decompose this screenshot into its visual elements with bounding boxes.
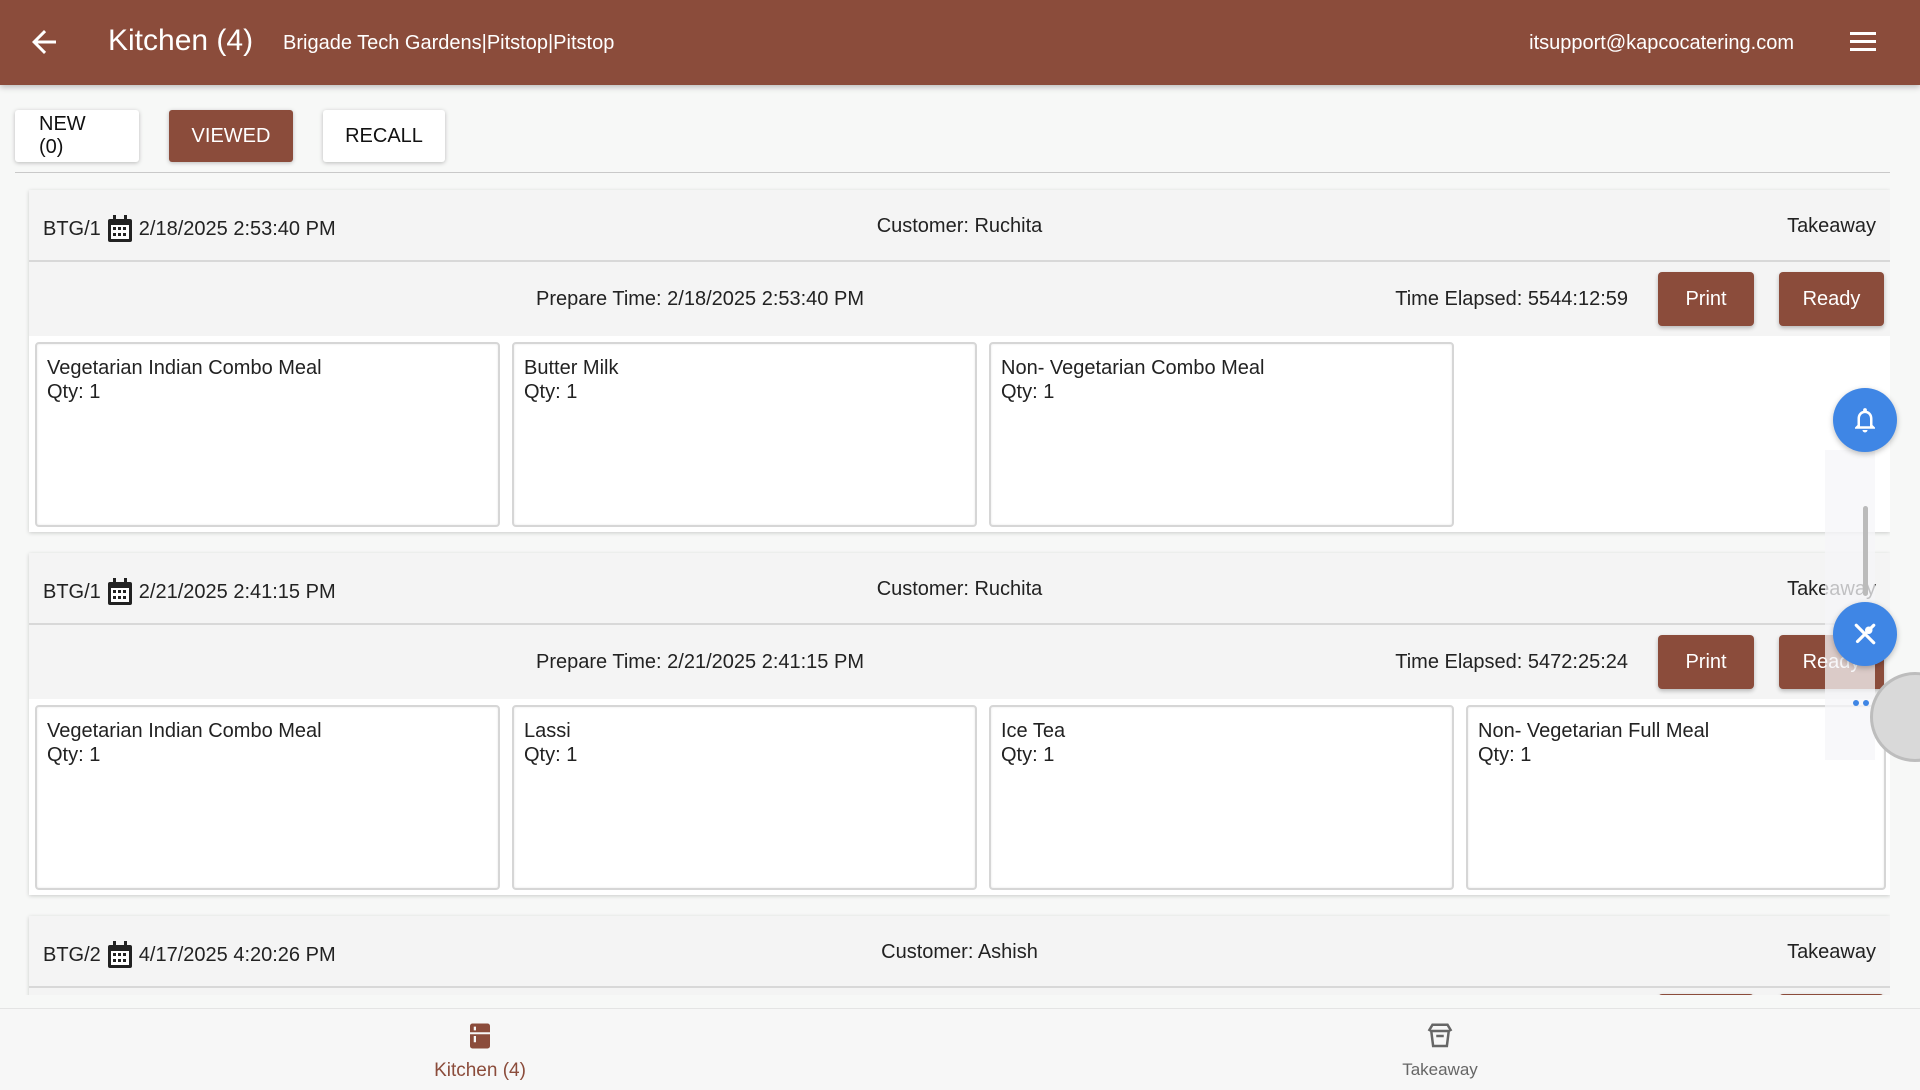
item-name: Lassi bbox=[524, 720, 571, 742]
order-items: Vegetarian Indian Combo Meal Qty: 1 Lass… bbox=[29, 699, 1890, 895]
bottom-navigation: Kitchen (4) Takeaway bbox=[0, 1008, 1920, 1090]
item-qty: Qty: 1 bbox=[47, 744, 101, 766]
tools-button[interactable] bbox=[1833, 602, 1897, 666]
time-elapsed: Time Elapsed: 5472:25:24 bbox=[1395, 651, 1628, 673]
order-card: BTG/2 4/17/2025 4:20:26 PM Customer: Ash… bbox=[29, 916, 1890, 995]
order-type: Takeaway bbox=[1787, 941, 1876, 963]
tab-viewed[interactable]: VIEWED bbox=[169, 110, 293, 162]
order-item[interactable]: Vegetarian Indian Combo Meal Qty: 1 bbox=[35, 342, 500, 527]
item-name: Ice Tea bbox=[1001, 720, 1066, 742]
order-item[interactable]: Non- Vegetarian Full Meal Qty: 1 bbox=[1466, 705, 1886, 890]
order-header: BTG/1 2/18/2025 2:53:40 PM Customer: Ruc… bbox=[29, 190, 1890, 262]
user-email: itsupport@kapcocatering.com bbox=[1529, 32, 1794, 54]
order-customer: Customer: Ruchita bbox=[876, 578, 1043, 600]
app-bar: Kitchen (4) Brigade Tech Gardens|Pitstop… bbox=[0, 0, 1920, 85]
order-item[interactable]: Vegetarian Indian Combo Meal Qty: 1 bbox=[35, 705, 500, 890]
item-name: Non- Vegetarian Full Meal bbox=[1478, 720, 1710, 742]
order-item[interactable]: Lassi Qty: 1 bbox=[512, 705, 977, 890]
order-item[interactable]: Non- Vegetarian Combo Meal Qty: 1 bbox=[989, 342, 1454, 527]
nav-kitchen-label: Kitchen (4) bbox=[434, 1060, 526, 1081]
order-subheader bbox=[29, 988, 1890, 995]
order-card: BTG/1 2/21/2025 2:41:15 PM Customer: Ruc… bbox=[29, 553, 1890, 895]
order-header: BTG/1 2/21/2025 2:41:15 PM Customer: Ruc… bbox=[29, 553, 1890, 625]
item-name: Vegetarian Indian Combo Meal bbox=[47, 720, 322, 742]
tools-icon bbox=[1854, 623, 1876, 645]
prepare-time: Prepare Time: 2/21/2025 2:41:15 PM bbox=[536, 651, 864, 673]
orders-list[interactable]: BTG/1 2/18/2025 2:53:40 PM Customer: Ruc… bbox=[15, 180, 1890, 995]
print-button[interactable]: Print bbox=[1658, 635, 1754, 689]
order-items: Vegetarian Indian Combo Meal Qty: 1 Butt… bbox=[29, 336, 1890, 532]
drag-handle[interactable] bbox=[1863, 506, 1868, 596]
item-name: Vegetarian Indian Combo Meal bbox=[47, 357, 322, 379]
notification-bell-button[interactable] bbox=[1833, 388, 1897, 452]
item-qty: Qty: 1 bbox=[1001, 744, 1055, 766]
nav-takeaway-label: Takeaway bbox=[1402, 1060, 1478, 1079]
order-card: BTG/1 2/18/2025 2:53:40 PM Customer: Ruc… bbox=[29, 190, 1890, 532]
store-location: Brigade Tech Gardens|Pitstop|Pitstop bbox=[283, 32, 615, 54]
hamburger-menu-icon[interactable] bbox=[1848, 28, 1878, 56]
kitchen-icon bbox=[470, 1023, 490, 1049]
item-qty: Qty: 1 bbox=[524, 744, 578, 766]
nav-takeaway[interactable]: Takeaway bbox=[1340, 1021, 1540, 1080]
ready-button[interactable] bbox=[1779, 994, 1884, 995]
order-header: BTG/2 4/17/2025 4:20:26 PM Customer: Ash… bbox=[29, 916, 1890, 988]
takeaway-icon bbox=[1427, 1023, 1453, 1048]
order-customer: Customer: Ashish bbox=[881, 941, 1038, 963]
ready-button[interactable]: Ready bbox=[1779, 272, 1884, 326]
item-name: Butter Milk bbox=[524, 357, 619, 379]
order-subheader: Prepare Time: 2/21/2025 2:41:15 PM Time … bbox=[29, 625, 1890, 699]
order-subheader: Prepare Time: 2/18/2025 2:53:40 PM Time … bbox=[29, 262, 1890, 336]
print-button[interactable] bbox=[1658, 994, 1754, 995]
page-title: Kitchen (4) bbox=[108, 24, 254, 57]
time-elapsed: Time Elapsed: 5544:12:59 bbox=[1395, 288, 1628, 310]
nav-kitchen[interactable]: Kitchen (4) bbox=[380, 1021, 580, 1082]
order-tabs: NEW (0) VIEWED RECALL bbox=[15, 110, 445, 162]
item-qty: Qty: 1 bbox=[524, 381, 578, 403]
item-qty: Qty: 1 bbox=[47, 381, 101, 403]
item-qty: Qty: 1 bbox=[1001, 381, 1055, 403]
prepare-time: Prepare Time: 2/18/2025 2:53:40 PM bbox=[536, 288, 864, 310]
print-button[interactable]: Print bbox=[1658, 272, 1754, 326]
tab-new[interactable]: NEW (0) bbox=[15, 110, 139, 162]
item-name: Non- Vegetarian Combo Meal bbox=[1001, 357, 1265, 379]
item-qty: Qty: 1 bbox=[1478, 744, 1532, 766]
order-customer: Customer: Ruchita bbox=[876, 215, 1043, 237]
order-item[interactable]: Butter Milk Qty: 1 bbox=[512, 342, 977, 527]
order-item[interactable]: Ice Tea Qty: 1 bbox=[989, 705, 1454, 890]
tabs-divider bbox=[15, 172, 1890, 173]
back-arrow-icon[interactable] bbox=[26, 24, 62, 60]
bell-icon bbox=[1855, 408, 1875, 433]
order-type: Takeaway bbox=[1787, 215, 1876, 237]
tab-recall[interactable]: RECALL bbox=[323, 110, 445, 162]
